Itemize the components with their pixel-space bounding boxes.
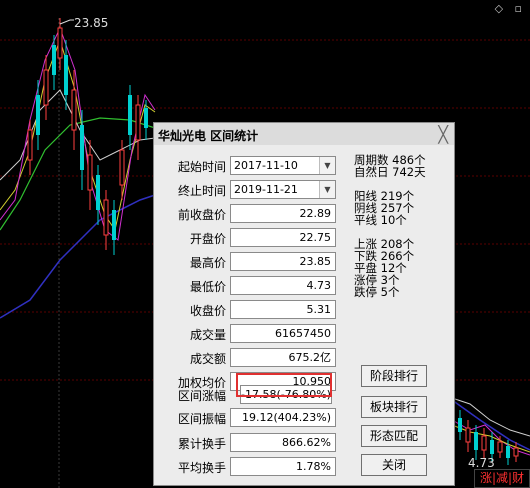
chevron-down-icon[interactable]: ▼ (319, 181, 335, 198)
prev-close-value: 22.89 (230, 204, 336, 223)
pattern-match-button[interactable]: 形态匹配 (361, 425, 427, 447)
high-price-label: 23.85 (74, 16, 109, 30)
start-date-value: 2017-11-10 (234, 159, 298, 172)
close-price-value: 5.31 (230, 300, 336, 319)
volume-label: 成交量 (189, 328, 226, 342)
high-value: 23.85 (230, 252, 336, 271)
range-change-highlight (236, 373, 332, 397)
sector-rank-button[interactable]: 板块排行 (361, 396, 427, 418)
low-price-label: 4.73 (468, 456, 495, 470)
stat-flat: 平线 10个 (354, 213, 407, 227)
end-date-select[interactable]: 2019-11-21 ▼ (230, 180, 336, 199)
low-label: 最低价 (189, 280, 226, 294)
close-icon[interactable]: ╳ (438, 125, 448, 144)
high-label: 最高价 (189, 256, 226, 270)
open-label: 开盘价 (189, 232, 226, 246)
candles (27, 18, 148, 255)
chevron-down-icon[interactable]: ▼ (319, 157, 335, 174)
low-value: 4.73 (230, 276, 336, 295)
end-time-label: 终止时间 (177, 184, 226, 198)
avg-turnover-value: 1.78% (230, 457, 336, 476)
window-controls-icon[interactable]: ◇ ▫ (495, 2, 526, 15)
toolbar-toggle-button[interactable]: 涨|减|财 (474, 469, 530, 488)
ma-blue (0, 194, 156, 319)
close-button[interactable]: 关闭 (361, 454, 427, 476)
start-time-label: 起始时间 (177, 160, 226, 174)
start-date-select[interactable]: 2017-11-10 ▼ (230, 156, 336, 175)
range-stats-dialog: 华灿光电 区间统计 ╳ 起始时间 2017-11-10 ▼ 终止时间 2019-… (153, 122, 455, 486)
turnover-amount-value: 675.2亿 (230, 348, 336, 367)
dialog-titlebar[interactable]: 华灿光电 区间统计 ╳ (154, 123, 454, 145)
close-price-label: 收盘价 (189, 304, 226, 318)
volume-value: 61657450 (230, 324, 336, 343)
stat-days: 自然日 742天 (354, 165, 426, 179)
high-pointer (59, 19, 74, 25)
open-value: 22.75 (230, 228, 336, 247)
amplitude-label: 区间振幅 (177, 412, 226, 426)
end-date-value: 2019-11-21 (234, 183, 298, 196)
turnover-amount-label: 成交额 (189, 352, 226, 366)
range-change-label: 区间涨幅 (177, 389, 226, 403)
amplitude-value: 19.12(404.23%) (230, 408, 336, 427)
cum-turnover-value: 866.62% (230, 433, 336, 452)
cum-turnover-label: 累计换手 (177, 437, 226, 451)
prev-close-label: 前收盘价 (177, 208, 226, 222)
avg-turnover-label: 平均换手 (177, 461, 226, 475)
dialog-title: 华灿光电 区间统计 (158, 129, 259, 143)
stage-rank-button[interactable]: 阶段排行 (361, 365, 427, 387)
stat-limit-down: 跌停 5个 (354, 285, 400, 299)
